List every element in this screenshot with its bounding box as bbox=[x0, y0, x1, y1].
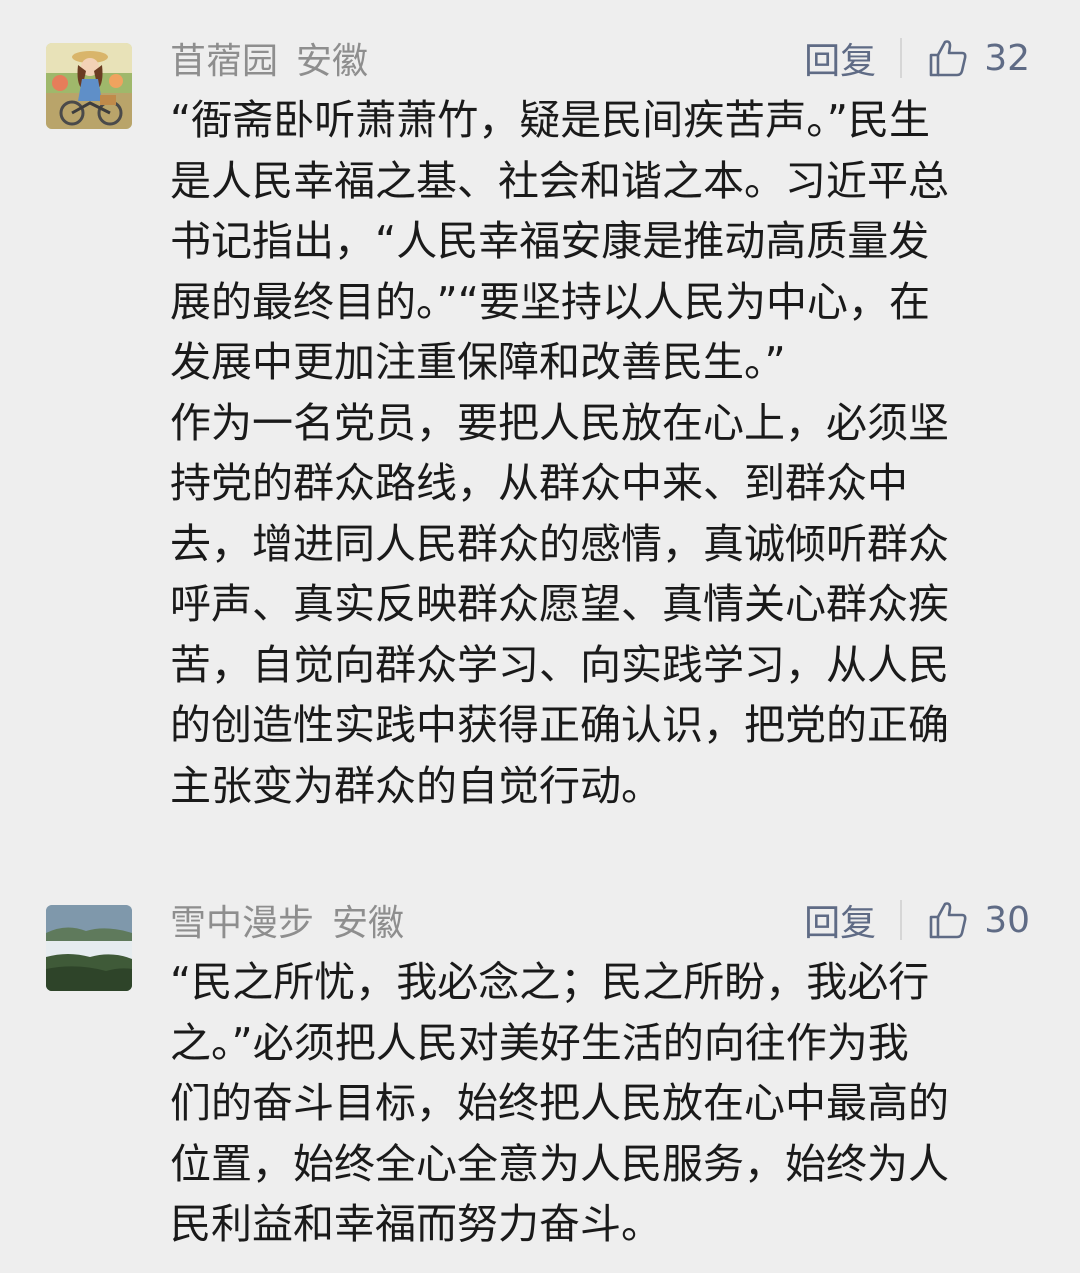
text-line: 的创造性实践中获得正确认识，把党的正确 bbox=[170, 701, 949, 749]
username[interactable]: 雪中漫步 bbox=[170, 894, 314, 946]
text-line: 位置，始终全心全意为人民服务，始终为人 bbox=[170, 1139, 949, 1188]
text-line: “衙斋卧听萧萧竹，疑是民间疾苦声。”民生 bbox=[170, 96, 930, 144]
comment-meta: 雪中漫步 安徽 bbox=[170, 890, 404, 950]
text-line: 是人民幸福之基、社会和谐之本。习近平总 bbox=[170, 156, 949, 205]
thumbs-up-icon bbox=[929, 902, 967, 939]
username[interactable]: 苜蓿园 bbox=[170, 32, 278, 84]
text-line: 展的最终目的。”“要坚持以人民为中心，在 bbox=[170, 277, 930, 326]
text-line: 发展中更加注重保障和改善民生。” bbox=[170, 338, 786, 386]
avatar[interactable] bbox=[46, 905, 132, 991]
comment-item: 苜蓿园 安徽 回复 32 “衙斋卧听萧萧竹，疑是民间疾苦声。”民生 是人民幸福之… bbox=[0, 28, 1080, 818]
comment-text: “衙斋卧听萧萧竹，疑是民间疾苦声。”民生 是人民幸福之基、社会和谐之本。习近平总… bbox=[170, 90, 1030, 816]
comment-actions: 回复 30 bbox=[804, 890, 1030, 950]
text-line: 持党的群众路线，从群众中来、到群众中 bbox=[170, 459, 908, 507]
reply-button[interactable]: 回复 bbox=[804, 32, 876, 84]
comment-item: 雪中漫步 安徽 回复 30 “民之所忧，我必念之；民之所盼，我必行 之。”必须把… bbox=[0, 890, 1080, 1260]
avatar-girl-on-bicycle-image bbox=[46, 43, 132, 129]
text-line: 主张变为群众的自觉行动。 bbox=[170, 761, 662, 810]
text-line: 之。”必须把人民对美好生活的向往作为我 bbox=[170, 1018, 909, 1067]
comment-meta: 苜蓿园 安徽 bbox=[170, 28, 368, 88]
text-line: 民利益和幸福而努力奋斗。 bbox=[170, 1200, 662, 1248]
text-line: 作为一名党员，要把人民放在心上，必须坚 bbox=[170, 398, 949, 447]
like-count: 32 bbox=[984, 37, 1030, 79]
text-line: 书记指出，“人民幸福安康是推动高质量发 bbox=[170, 217, 930, 265]
thumbs-up-icon bbox=[929, 40, 967, 77]
text-line: 去，增进同人民群众的感情，真诚倾听群众 bbox=[170, 519, 949, 568]
divider bbox=[900, 900, 903, 940]
text-line: 呼声、真实反映群众愿望、真情关心群众疾 bbox=[170, 580, 949, 628]
location-label: 安徽 bbox=[332, 903, 405, 944]
text-line: “民之所忧，我必念之；民之所盼，我必行 bbox=[170, 958, 930, 1006]
reply-button[interactable]: 回复 bbox=[804, 894, 876, 946]
avatar-misty-mountains-image bbox=[46, 905, 132, 991]
like-button[interactable]: 30 bbox=[928, 900, 1030, 941]
comment-actions: 回复 32 bbox=[804, 28, 1030, 88]
text-line: 们的奋斗目标，始终把人民放在心中最高的 bbox=[170, 1079, 949, 1127]
avatar[interactable] bbox=[46, 43, 132, 129]
like-button[interactable]: 32 bbox=[928, 38, 1030, 79]
like-count: 30 bbox=[984, 899, 1030, 941]
text-line: 苦，自觉向群众学习、向实践学习，从人民 bbox=[170, 640, 949, 689]
location-label: 安徽 bbox=[296, 41, 369, 82]
divider bbox=[900, 38, 903, 78]
comment-text: “民之所忧，我必念之；民之所盼，我必行 之。”必须把人民对美好生活的向往作为我 … bbox=[170, 952, 1030, 1255]
